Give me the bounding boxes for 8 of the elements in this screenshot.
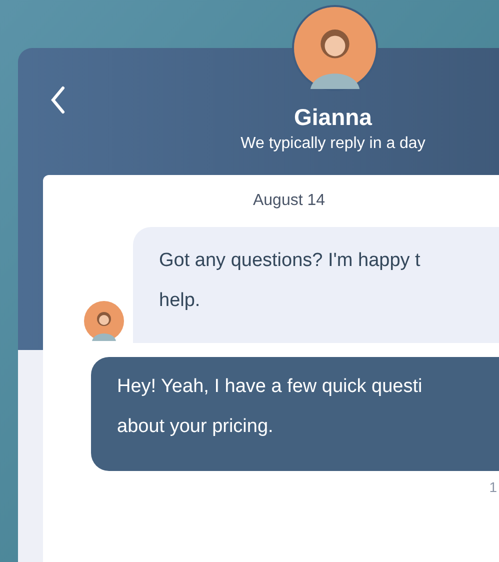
reply-time-text: We typically reply in a day bbox=[240, 134, 426, 154]
agent-name: Gianna bbox=[294, 103, 372, 131]
message-bubble: Got any questions? I'm happy t help. bbox=[133, 227, 499, 343]
message-time: 1 bbox=[489, 478, 497, 497]
back-icon[interactable] bbox=[50, 86, 66, 114]
date-label: August 14 bbox=[252, 191, 326, 211]
message-bubble: Hey! Yeah, I have a few quick questi about your pricing. bbox=[91, 357, 499, 471]
avatar-icon bbox=[84, 301, 124, 341]
